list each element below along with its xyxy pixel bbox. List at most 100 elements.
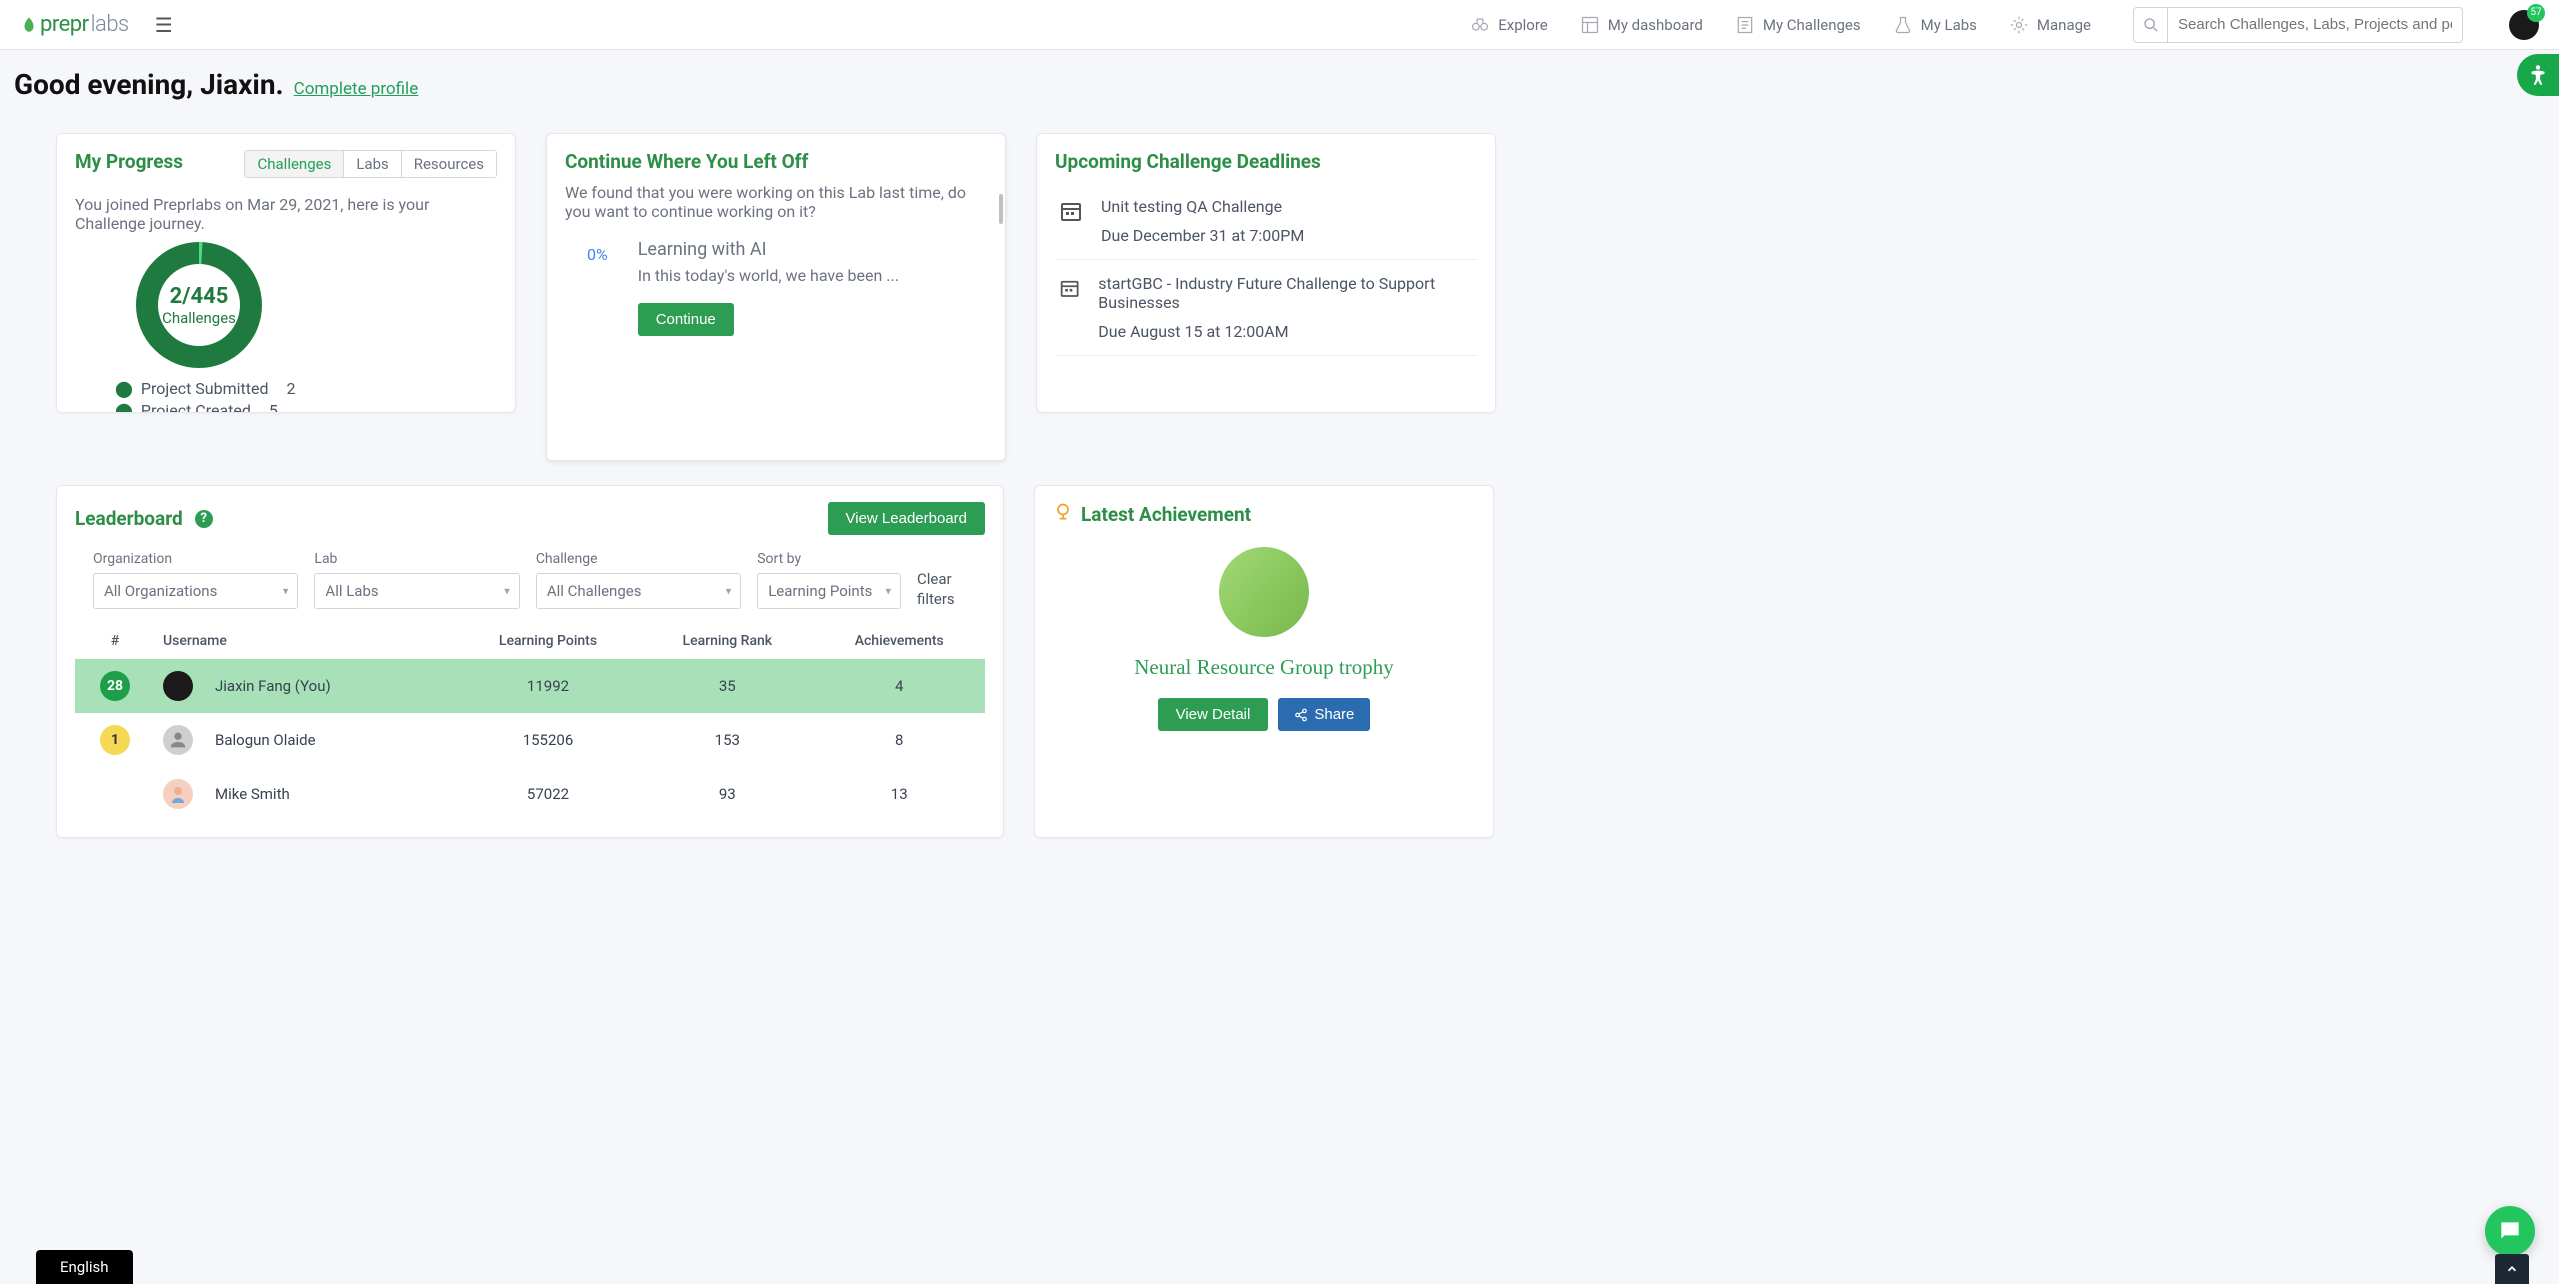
filter-sort-label: Sort by [757, 551, 901, 567]
help-icon[interactable]: ? [195, 510, 213, 528]
lab-title: Learning with AI [638, 239, 899, 260]
achievement-title: Latest Achievement [1081, 503, 1251, 526]
search-icon[interactable] [2134, 8, 2168, 42]
share-button[interactable]: Share [1278, 698, 1370, 731]
points-cell: 155206 [455, 713, 641, 767]
lrank-cell: 153 [641, 713, 813, 767]
tab-resources[interactable]: Resources [402, 151, 496, 177]
scrollbar[interactable] [999, 194, 1003, 224]
nav-explore-label: Explore [1498, 16, 1548, 34]
leaderboard-filters: Organization All Organizations Lab All L… [75, 551, 985, 609]
continue-percent: 0% [573, 239, 608, 264]
filter-challenge-label: Challenge [536, 551, 741, 567]
col-rank: # [75, 623, 155, 659]
tab-challenges[interactable]: Challenges [245, 151, 344, 177]
username: Balogun Olaide [215, 731, 316, 749]
dashboard-icon [1580, 15, 1600, 35]
gear-icon [2009, 15, 2029, 35]
nav-challenges-label: My Challenges [1763, 16, 1861, 34]
donut-value: 2/445 [170, 284, 229, 309]
ach-cell: 4 [813, 659, 985, 713]
username: Mike Smith [215, 785, 290, 803]
clear-filters-link[interactable]: Clear filters [917, 570, 967, 609]
topbar: preprlabs ☰ Explore My dashboard My Chal… [0, 0, 2559, 50]
view-detail-button[interactable]: View Detail [1158, 698, 1269, 731]
drop-icon: ⬤ [115, 379, 133, 398]
filter-org-label: Organization [93, 551, 298, 567]
deadline-item[interactable]: Unit testing QA Challenge Due December 3… [1055, 183, 1477, 260]
filter-org-select[interactable]: All Organizations [93, 573, 298, 609]
share-label: Share [1314, 706, 1354, 723]
nav-explore[interactable]: Explore [1470, 15, 1548, 35]
calendar-icon [1059, 276, 1080, 300]
leaf-icon [20, 16, 38, 34]
progress-desc: You joined Preprlabs on Mar 29, 2021, he… [75, 195, 497, 233]
lrank-cell: 93 [641, 767, 813, 821]
legend-value: 2 [286, 379, 295, 398]
continue-button[interactable]: Continue [638, 303, 734, 336]
legend-item: ⬤ Project Created 5 [115, 401, 497, 413]
flag-icon [1735, 15, 1755, 35]
search-box [2133, 7, 2463, 43]
table-row[interactable]: 28 Jiaxin Fang (You) 11992 35 4 [75, 659, 985, 713]
deadline-item[interactable]: startGBC - Industry Future Challenge to … [1055, 260, 1477, 356]
legend-label: Project Created [141, 401, 251, 413]
deadline-due: Due December 31 at 7:00PM [1101, 226, 1304, 245]
greeting-row: Good evening, Jiaxin. Complete profile [0, 50, 2559, 109]
col-ach: Achievements [813, 623, 985, 659]
deadline-due: Due August 15 at 12:00AM [1098, 322, 1473, 341]
avatar [163, 779, 193, 809]
tab-labs[interactable]: Labs [344, 151, 401, 177]
deadline-name: Unit testing QA Challenge [1101, 197, 1304, 216]
my-progress-card: My Progress Challenges Labs Resources Yo… [56, 133, 516, 413]
col-lrank: Learning Rank [641, 623, 813, 659]
search-input[interactable] [2168, 16, 2462, 33]
nav-labs[interactable]: My Labs [1893, 15, 1977, 35]
table-row[interactable]: Mike Smith 57022 93 13 [75, 767, 985, 821]
user-avatar[interactable]: 57 [2509, 10, 2539, 40]
achievement-name: Neural Resource Group trophy [1134, 655, 1394, 680]
lab-desc: In this today's world, we have been ... [638, 266, 899, 285]
continue-desc: We found that you were working on this L… [565, 183, 987, 221]
legend-value: 5 [269, 401, 278, 413]
notification-badge: 57 [2527, 4, 2545, 22]
filter-sort-select[interactable]: Learning Points [757, 573, 901, 609]
deadline-name: startGBC - Industry Future Challenge to … [1098, 274, 1473, 312]
avatar [163, 725, 193, 755]
language-button[interactable]: English [36, 1250, 133, 1284]
col-points: Learning Points [455, 623, 641, 659]
points-cell: 57022 [455, 767, 641, 821]
complete-profile-link[interactable]: Complete profile [294, 79, 419, 99]
accessibility-button[interactable] [2517, 54, 2559, 96]
deadlines-card: Upcoming Challenge Deadlines Unit testin… [1036, 133, 1496, 413]
view-leaderboard-button[interactable]: View Leaderboard [828, 502, 985, 535]
calendar-icon [1059, 199, 1083, 223]
binoculars-icon [1470, 15, 1490, 35]
trophy-icon [1053, 502, 1073, 527]
progress-title: My Progress [75, 150, 183, 173]
avatar [163, 671, 193, 701]
lrank-cell: 35 [641, 659, 813, 713]
username: Jiaxin Fang (You) [215, 677, 331, 695]
filter-challenge-select[interactable]: All Challenges [536, 573, 741, 609]
table-row[interactable]: 1 Balogun Olaide 155206 153 8 [75, 713, 985, 767]
donut-label: Challenges [162, 309, 236, 327]
continue-title: Continue Where You Left Off [565, 150, 987, 173]
nav-challenges[interactable]: My Challenges [1735, 15, 1861, 35]
points-cell: 11992 [455, 659, 641, 713]
progress-donut: 2/445 Challenges [135, 241, 263, 369]
legend-label: Project Submitted [141, 379, 269, 398]
accessibility-icon [2525, 62, 2551, 88]
logo[interactable]: preprlabs [20, 12, 129, 37]
chat-button[interactable] [2485, 1206, 2535, 1256]
nav-manage[interactable]: Manage [2009, 15, 2091, 35]
ach-cell: 8 [813, 713, 985, 767]
nav-dashboard[interactable]: My dashboard [1580, 15, 1703, 35]
nav-manage-label: Manage [2037, 16, 2091, 34]
scroll-top-button[interactable] [2495, 1254, 2529, 1284]
filter-lab-select[interactable]: All Labs [314, 573, 519, 609]
leaderboard-table: # Username Learning Points Learning Rank… [75, 623, 985, 821]
main-nav: Explore My dashboard My Challenges My La… [1470, 7, 2539, 43]
menu-icon[interactable]: ☰ [155, 13, 173, 37]
nav-dashboard-label: My dashboard [1608, 16, 1703, 34]
